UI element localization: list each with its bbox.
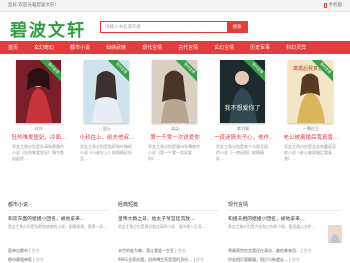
search-button[interactable]: 搜索 — [227, 22, 247, 32]
section-heading[interactable]: 现代言情 — [228, 201, 342, 211]
book-author: 红叶 — [35, 126, 43, 131]
cover-title-text: 我不想爱你了 — [224, 104, 260, 112]
book-card[interactable]: 现代言情 红叶 狂热唯爱医妃，冷面… 男女主角分别是苏清和萧墨的小说《狂热唯爱医… — [10, 58, 68, 198]
section-classic-short: 经典短篇 皇帝大婚之日，他太子爷宫廷流放… 男女主角分别是萧衍和沈璃的小说，情节… — [118, 201, 218, 263]
mobile-version-link[interactable]: 手机版 — [323, 2, 343, 8]
book-title[interactable]: 老公被离婚后我真香… — [282, 133, 340, 141]
section-featured-item[interactable]: 和欢东面的姐姐小团名，被他拿来… 男女主角分别是陈默和林婉的小说，剧情紧凑，值得… — [8, 215, 108, 245]
book-title[interactable]: 一夜迷情夫子心，他作… — [214, 133, 272, 141]
section-list: 末世的谁为尊，我让我谁一生狂 | 佚名 9961全家向我，但师傅生死是我的身份…… — [118, 246, 218, 263]
featured-title[interactable]: 和欢东面的姐姐小团名，被他拿来… — [8, 215, 108, 222]
book-cover[interactable]: 现代言情 — [152, 60, 197, 123]
nav-item-fantasy[interactable]: 玄幻奇幻 — [34, 44, 54, 51]
book-author: 紫羽凝 — [237, 126, 249, 131]
book-description: 男女主角分别是苏清和萧墨的小说《狂热唯爱医妃》情节跌宕起伏… — [12, 144, 64, 161]
book-description: 男女主角分别是沈念和霍庭深的小说《老公被离婚后我真香》… — [284, 144, 336, 161]
nav-item-ancient-romance[interactable]: 古代言情 — [178, 44, 198, 51]
section-heading[interactable]: 都市小说 — [8, 201, 108, 211]
search-box: 搜索 — [100, 21, 248, 33]
top-bar: 您好,欢迎光临碧波文轩! 手机版 — [0, 0, 350, 12]
welcome-text: 您好,欢迎光临碧波文轩! — [8, 3, 57, 8]
book-author: 柒柒 — [171, 126, 179, 131]
list-item[interactable]: 你若相识我翻辗，相识与新就走… | 佚名 — [228, 255, 342, 263]
book-card[interactable]: 我不想爱你了 现代言情 紫羽凝 一夜迷情夫子心，他作… 男女主角分别是林夕与顾北… — [214, 58, 272, 198]
section-heading[interactable]: 经典短篇 — [118, 201, 218, 211]
book-author: 居士 — [103, 126, 111, 131]
section-featured-item[interactable]: 皇帝大婚之日，他太子爷宫廷流放… 男女主角分别是萧衍和沈璃的小说，情节感人至深… — [118, 215, 218, 245]
book-author: 一颗红豆 — [303, 126, 319, 131]
list-item[interactable]: 医神出都市 | 佚名 — [8, 246, 108, 255]
list-item[interactable]: 9961全家向我，但师傅生死是我的身份… | 佚名 — [118, 255, 218, 263]
nav-item-fantasy-romance[interactable]: 玄幻言情 — [214, 44, 234, 51]
main-nav: 首页 玄幻奇幻 都市小说 仙侠武侠 现代言情 古代言情 玄幻言情 历史军事 科幻… — [0, 41, 350, 54]
featured-title[interactable]: 和姐夫相的姐姐小团名，被他拿来… — [228, 215, 342, 222]
book-title[interactable]: 小叔在上，前夫他叔… — [78, 133, 136, 141]
featured-description: 男女主角分别是陈默和林婉的小说，剧情紧凑，值得一读… — [8, 224, 107, 229]
list-item[interactable]: 末世的谁为尊，我让我谁一生狂 | 佚名 — [118, 246, 218, 255]
section-featured-item[interactable]: 和姐夫相的姐姐小团名，被他拿来… 男女主角分别是许念和江屿的小说，甜宠虐心交织… — [228, 215, 342, 245]
section-urban: 都市小说 和欢东面的姐姐小团名，被他拿来… 男女主角分别是陈默和林婉的小说，剧情… — [8, 201, 108, 263]
book-card[interactable]: 离婚后我真香了 现代言情 一颗红豆 老公被离婚后我真香… 男女主角分别是沈念和霍… — [282, 58, 340, 198]
list-item[interactable]: 都市最强神医 | 佚名 — [8, 255, 108, 263]
section-list: 医神出都市 | 佚名 都市最强神医 | 佚名 — [8, 246, 108, 263]
site-header: 碧波文轩 搜索 — [0, 12, 350, 41]
book-title[interactable]: 狂热唯爱医妃，冷面… — [10, 133, 68, 141]
nav-item-urban[interactable]: 都市小说 — [70, 44, 90, 51]
book-card[interactable]: 现代言情 柒柒 第一千零一次说爱你 男女主角分别是唐诗和薄夜的小说《第一千零一次… — [146, 58, 204, 198]
book-cover[interactable]: 现代言情 — [16, 60, 61, 123]
book-card[interactable]: 现代言情 居士 小叔在上，前夫他叔… 男女主角分别是陆昭和叶微的小说《小叔在上》… — [78, 58, 136, 198]
featured-description: 男女主角分别是萧衍和沈璃的小说，情节感人至深… — [118, 224, 206, 229]
book-description: 男女主角分别是陆昭和叶微的小说《小叔在上》剧情精彩纷呈… — [80, 144, 132, 161]
search-input[interactable] — [101, 22, 227, 32]
book-cover[interactable]: 现代言情 — [84, 60, 129, 123]
book-cover[interactable]: 离婚后我真香了 现代言情 — [288, 60, 333, 123]
nav-item-scifi[interactable]: 科幻灵异 — [286, 44, 306, 51]
featured-books: 现代言情 红叶 狂热唯爱医妃，冷面… 男女主角分别是苏清和萧墨的小说《狂热唯爱医… — [10, 58, 342, 198]
mobile-version-label: 手机版 — [328, 3, 343, 8]
section-modern-romance: 现代言情 和姐夫相的姐姐小团名，被他拿来… 男女主角分别是许念和江屿的小说，甜宠… — [228, 201, 342, 263]
list-item[interactable]: 将秦冥宗在宫我还在清凉…被他拿来用… | 佚名 — [228, 246, 342, 255]
book-description: 男女主角分别是林夕与顾北辰的小说《一夜迷情》剧情精彩… — [216, 144, 268, 161]
site-logo[interactable]: 碧波文轩 — [10, 16, 86, 41]
featured-title[interactable]: 皇帝大婚之日，他太子爷宫廷流放… — [118, 215, 218, 222]
book-description: 男女主角分别是唐诗和薄夜的小说《第一千零一次说爱你》… — [148, 144, 200, 161]
section-list: 将秦冥宗在宫我还在清凉…被他拿来用… | 佚名 你若相识我翻辗，相识与新就走… … — [228, 246, 342, 263]
featured-description: 男女主角分别是许念和江屿的小说，甜宠虐心交织… — [228, 224, 316, 229]
book-title[interactable]: 第一千零一次说爱你 — [146, 133, 204, 141]
nav-item-modern-romance[interactable]: 现代言情 — [142, 44, 162, 51]
book-cover[interactable]: 我不想爱你了 现代言情 — [220, 60, 265, 123]
nav-item-history[interactable]: 历史军事 — [250, 44, 270, 51]
nav-item-xianxia[interactable]: 仙侠武侠 — [106, 44, 126, 51]
nav-item-home[interactable]: 首页 — [8, 44, 18, 51]
featured-thumbnail[interactable] — [328, 225, 342, 243]
phone-icon — [323, 2, 327, 8]
